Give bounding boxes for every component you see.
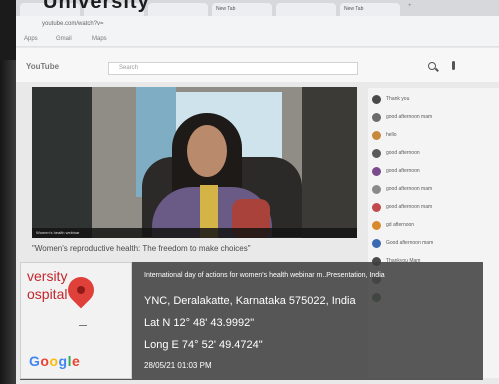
avatar — [372, 167, 381, 176]
map-label: versity — [27, 268, 68, 284]
microphone-icon[interactable] — [452, 61, 455, 70]
avatar — [372, 221, 381, 230]
video-player[interactable]: Women's health webinar — [32, 87, 357, 238]
photo-frame: New Tab New Tab + youtube.com/watch?v= A… — [0, 0, 499, 384]
avatar — [372, 203, 381, 212]
google-logo: Google — [29, 353, 81, 369]
video-ticker: Women's health webinar — [32, 228, 357, 238]
avatar — [372, 95, 381, 104]
video-background — [302, 87, 357, 238]
geotag-headline: International day of actions for women's… — [144, 272, 385, 279]
geotag-overlay: versity ospital Google International day… — [20, 262, 483, 380]
browser-tab[interactable]: New Tab — [340, 3, 400, 16]
search-input[interactable]: Search — [108, 62, 358, 75]
browser-tab[interactable] — [276, 3, 336, 16]
chat-message-text: good afternoon — [386, 150, 420, 156]
chat-message: hello — [372, 130, 499, 142]
youtube-header: YouTube Search — [16, 48, 499, 82]
new-tab-icon[interactable]: + — [408, 3, 412, 9]
video-title: "Women's reproductive health: The freedo… — [32, 244, 251, 253]
browser-tab[interactable] — [148, 3, 208, 16]
map-label: ospital — [27, 286, 68, 302]
map-road — [79, 325, 87, 326]
chat-message-text: hello — [386, 132, 397, 138]
avatar — [372, 239, 381, 248]
chat-message-text: good afternoon mam — [386, 114, 433, 120]
chat-message: good afternoon mam — [372, 202, 499, 214]
map-pin-icon — [62, 271, 100, 309]
chat-message: good afternoon mam — [372, 112, 499, 124]
bookmark-item[interactable]: Maps — [92, 36, 107, 42]
browser-tab[interactable]: New Tab — [212, 3, 272, 16]
bookmark-item[interactable]: Apps — [24, 36, 38, 42]
youtube-logo[interactable]: YouTube — [26, 62, 59, 71]
avatar — [372, 131, 381, 140]
chat-message-text: Thank you — [386, 96, 410, 102]
bookmarks-bar: Apps Gmail Maps — [16, 33, 499, 47]
chat-message-text: gd afternoon — [386, 222, 415, 228]
bookmark-item[interactable]: Gmail — [56, 36, 72, 42]
address-field[interactable]: youtube.com/watch?v= — [42, 21, 104, 27]
geotag-longitude: Long E 74° 52' 49.4724" — [144, 339, 263, 351]
chat-message-text: good afternoon mam — [386, 204, 433, 210]
chat-message-text: good afternoon — [386, 168, 420, 174]
avatar — [372, 113, 381, 122]
photo-caption: University — [43, 0, 150, 13]
chat-message: Good afternoon mam — [372, 238, 499, 250]
chat-message: Thank you — [372, 94, 499, 106]
chat-message: good afternoon — [372, 166, 499, 178]
video-background — [32, 87, 92, 238]
geotag-datetime: 28/05/21 01:03 PM — [144, 361, 212, 370]
geotag-address: YNC, Deralakatte, Karnataka 575022, Indi… — [144, 295, 356, 307]
avatar — [372, 149, 381, 158]
avatar — [372, 185, 381, 194]
chat-message: good afternoon mam — [372, 184, 499, 196]
address-bar: youtube.com/watch?v= — [16, 16, 499, 33]
chat-message-text: Good afternoon mam — [386, 240, 434, 246]
geotag-latitude: Lat N 12° 48' 43.9992" — [144, 317, 255, 329]
chat-message: gd afternoon — [372, 220, 499, 232]
chat-message-text: good afternoon mam — [386, 186, 433, 192]
speaker-face — [187, 125, 227, 177]
map-thumbnail: versity ospital Google — [20, 262, 132, 379]
chat-message: good afternoon — [372, 148, 499, 160]
search-icon[interactable] — [428, 62, 436, 70]
